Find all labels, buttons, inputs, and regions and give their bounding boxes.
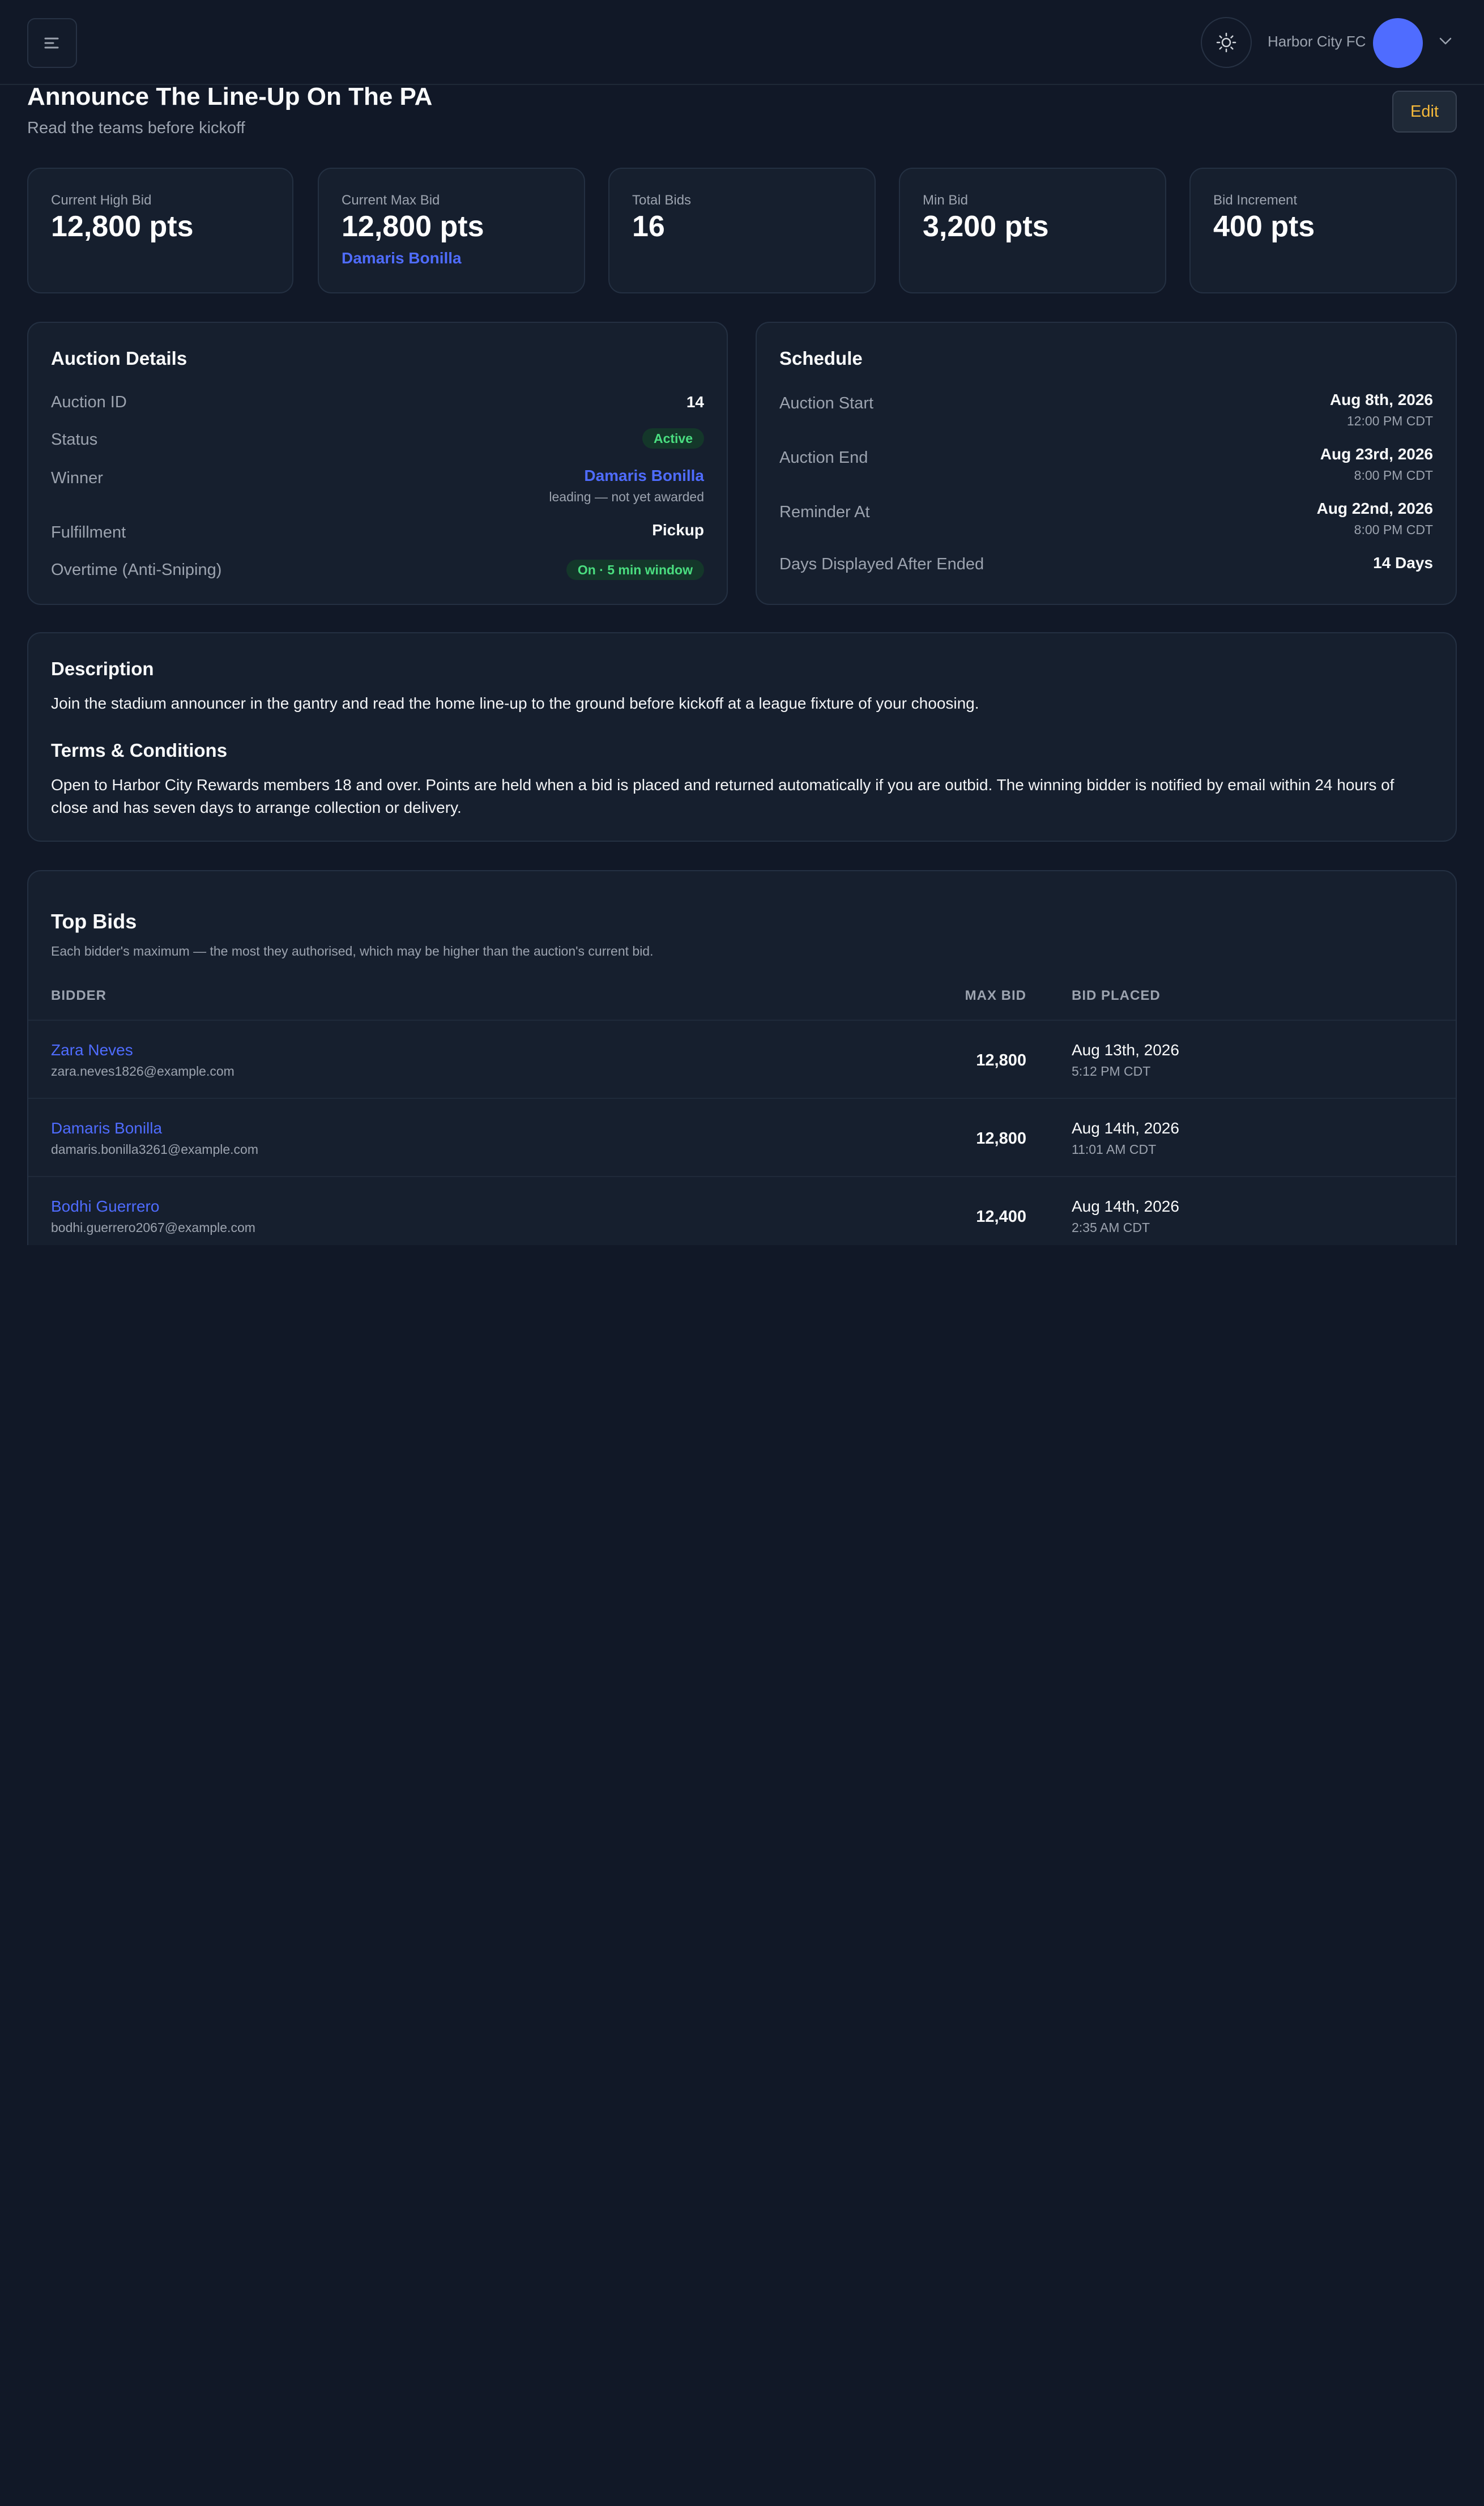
detail-label: Winner [51, 469, 103, 487]
chevron-down-icon[interactable] [1438, 35, 1453, 46]
auction-id-value: 14 [686, 393, 704, 411]
max-bid-value: 12,800 [976, 1051, 1026, 1069]
stat-card-min-bid: Min Bid 3,200 pts [899, 168, 1166, 293]
stat-card-current-max-bid: Current Max Bid 12,800 pts Damaris Bonil… [318, 168, 585, 293]
overtime-badge: On · 5 min window [566, 560, 704, 580]
column-header-max-bid: MAX BID [965, 988, 1026, 1003]
bidder-email: bodhi.guerrero2067@example.com [51, 1220, 255, 1235]
schedule-date: Aug 22nd, 2026 [1316, 500, 1433, 517]
avatar[interactable] [1373, 18, 1423, 68]
terms-title: Terms & Conditions [51, 740, 228, 761]
bidder-name-link[interactable]: Damaris Bonilla [51, 1119, 162, 1137]
page-background [0, 1245, 1484, 2506]
stat-label: Total Bids [632, 193, 692, 208]
bid-date: Aug 14th, 2026 [1072, 1197, 1179, 1215]
description-title: Description [51, 658, 154, 679]
stat-card-total-bids: Total Bids 16 [608, 168, 876, 293]
max-bid-value: 12,400 [976, 1208, 1026, 1226]
detail-label: Fulfillment [51, 523, 126, 542]
winner-link[interactable]: Damaris Bonilla [584, 467, 704, 485]
bidder-name-link[interactable]: Bodhi Guerrero [51, 1197, 159, 1216]
schedule-time: 8:00 PM CDT [1354, 522, 1433, 537]
detail-label: Status [51, 431, 98, 449]
bid-date: Aug 14th, 2026 [1072, 1119, 1179, 1137]
stat-label: Current High Bid [51, 193, 152, 208]
auction-details-card: Auction Details Auction ID 14 Status Act… [27, 322, 728, 605]
schedule-label: Days Displayed After Ended [779, 555, 984, 573]
schedule-date: Aug 23rd, 2026 [1320, 445, 1433, 463]
status-badge: Active [642, 428, 704, 449]
stat-card-current-high-bid: Current High Bid 12,800 pts [27, 168, 293, 293]
detail-label: Auction ID [51, 393, 127, 411]
schedule-label: Reminder At [779, 503, 870, 521]
top-bids-title: Top Bids [51, 910, 137, 933]
column-header-bidder: BIDDER [51, 988, 107, 1003]
bid-date: Aug 13th, 2026 [1072, 1041, 1179, 1059]
card-title: Schedule [779, 348, 863, 369]
stat-label: Bid Increment [1213, 193, 1298, 208]
edit-button[interactable]: Edit [1392, 91, 1457, 133]
menu-icon [44, 37, 59, 49]
stat-value: 3,200 pts [923, 210, 1049, 243]
page-title: Announce The Line-Up On The PA [27, 83, 433, 110]
max-bid-value: 12,800 [976, 1130, 1026, 1148]
bid-time: 5:12 PM CDT [1072, 1064, 1151, 1079]
table-divider [28, 1176, 1456, 1177]
card-title: Auction Details [51, 348, 187, 369]
sun-icon [1216, 32, 1236, 53]
bid-time: 11:01 AM CDT [1072, 1142, 1157, 1157]
stat-value: 12,800 pts [51, 210, 194, 243]
schedule-label: Auction End [779, 449, 868, 467]
schedule-time: 12:00 PM CDT [1346, 414, 1433, 428]
theme-toggle-button[interactable] [1201, 17, 1252, 68]
org-name[interactable]: Harbor City FC [1268, 33, 1366, 50]
stat-value: 12,800 pts [342, 210, 484, 243]
bid-time: 2:35 AM CDT [1072, 1220, 1150, 1235]
bidder-email: zara.neves1826@example.com [51, 1064, 234, 1079]
page-subtitle: Read the teams before kickoff [27, 119, 245, 137]
stat-label: Current Max Bid [342, 193, 440, 208]
stat-value: 400 pts [1213, 210, 1315, 243]
stat-card-bid-increment: Bid Increment 400 pts [1189, 168, 1457, 293]
days-displayed-value: 14 Days [1373, 554, 1433, 572]
bidder-email: damaris.bonilla3261@example.com [51, 1142, 258, 1157]
top-bids-subtitle: Each bidder's maximum — the most they au… [51, 944, 654, 958]
schedule-label: Auction Start [779, 394, 874, 412]
table-divider [28, 1098, 1456, 1099]
detail-label: Overtime (Anti-Sniping) [51, 561, 222, 579]
schedule-card: Schedule Auction Start Aug 8th, 2026 12:… [756, 322, 1457, 605]
winner-note: leading — not yet awarded [549, 489, 704, 504]
fulfillment-value: Pickup [652, 521, 704, 539]
description-text: Join the stadium announcer in the gantry… [51, 694, 979, 712]
stat-label: Min Bid [923, 193, 969, 208]
bidder-name-link[interactable]: Zara Neves [51, 1041, 133, 1059]
top-bids-card: Top Bids Each bidder's maximum — the mos… [27, 870, 1457, 1278]
column-header-bid-placed: BID PLACED [1072, 988, 1161, 1003]
terms-text: Open to Harbor City Rewards members 18 a… [51, 776, 1395, 816]
max-bidder-link[interactable]: Damaris Bonilla [342, 249, 462, 267]
description-card: Description Join the stadium announcer i… [27, 632, 1457, 842]
table-divider [28, 1020, 1456, 1021]
menu-button[interactable] [27, 18, 77, 68]
schedule-time: 8:00 PM CDT [1354, 468, 1433, 483]
schedule-date: Aug 8th, 2026 [1329, 391, 1433, 408]
stat-value: 16 [632, 210, 665, 243]
top-bar: Harbor City FC [0, 0, 1484, 85]
